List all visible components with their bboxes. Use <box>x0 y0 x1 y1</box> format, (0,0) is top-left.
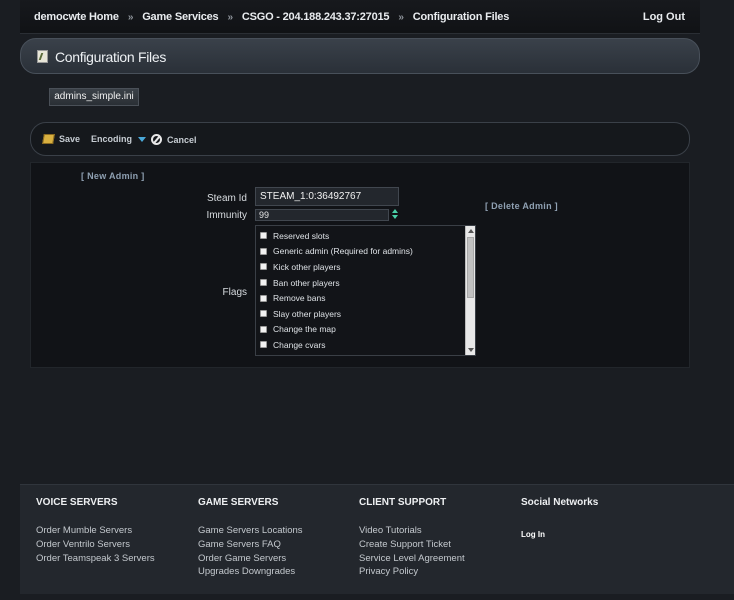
list-item[interactable] <box>260 353 460 355</box>
breadcrumb-game-services[interactable]: Game Services <box>142 11 218 23</box>
breadcrumb-separator: » <box>227 11 233 23</box>
list-item[interactable]: Remove bans <box>260 290 460 306</box>
page-title: Configuration Files <box>55 49 167 65</box>
save-icon <box>42 134 55 144</box>
list-item[interactable]: Change cvars <box>260 337 460 353</box>
checkbox[interactable] <box>260 232 267 240</box>
stepper-down-icon[interactable] <box>392 215 398 219</box>
footer-heading: GAME SERVERS <box>198 497 279 508</box>
admin-editor-panel: [ New Admin ] [ Delete Admin ] Steam Id … <box>30 162 690 368</box>
stepper-up-icon[interactable] <box>392 209 398 213</box>
checkbox[interactable] <box>260 294 267 302</box>
footer-game-servers: GAME SERVERS Game Servers Locations Game… <box>198 497 303 579</box>
encoding-label: Encoding <box>91 134 132 144</box>
footer-social-networks: Social Networks Log In <box>521 497 598 539</box>
list-item[interactable]: Ban other players <box>260 275 460 291</box>
list-item[interactable]: Change the map <box>260 322 460 338</box>
flag-label: Slay other players <box>273 308 342 319</box>
breadcrumb-home[interactable]: democwte Home <box>34 11 119 23</box>
encoding-dropdown[interactable]: Encoding <box>91 134 146 144</box>
flag-label: Reserved slots <box>273 230 330 241</box>
checkbox[interactable] <box>260 279 267 287</box>
new-admin-link[interactable]: [ New Admin ] <box>81 171 145 181</box>
logout-link[interactable]: Log Out <box>643 11 685 23</box>
breadcrumb: democwte Home » Game Services » CSGO - 2… <box>34 11 509 23</box>
save-button[interactable]: Save <box>42 134 81 144</box>
footer-link[interactable]: Video Tutorials <box>359 524 465 538</box>
checkbox[interactable] <box>260 263 267 271</box>
breadcrumb-separator: » <box>127 11 134 23</box>
footer-link[interactable]: Game Servers Locations <box>198 524 303 538</box>
flag-label: Remove bans <box>273 293 326 304</box>
save-label: Save <box>59 134 81 144</box>
page-header: Configuration Files <box>20 38 700 74</box>
checkbox[interactable] <box>260 310 267 318</box>
scroll-up-icon[interactable] <box>468 229 474 233</box>
flag-label: Generic admin (Required for admins) <box>273 246 413 257</box>
editor-toolbar: Save Encoding Cancel <box>30 122 690 156</box>
flags-label: Flags <box>222 287 247 298</box>
breadcrumb-server[interactable]: CSGO - 204.188.243.37:27015 <box>242 11 390 23</box>
cancel-label: Cancel <box>167 134 197 145</box>
cancel-button[interactable]: Cancel <box>151 134 197 145</box>
breadcrumb-separator: » <box>398 11 404 23</box>
footer-voice-servers: VOICE SERVERS Order Mumble Servers Order… <box>36 497 155 565</box>
list-item[interactable]: Reserved slots <box>260 228 460 244</box>
flag-label: Kick other players <box>273 261 341 272</box>
footer-bottom-strip <box>20 594 734 600</box>
chevron-down-icon <box>138 136 146 142</box>
list-item[interactable]: Kick other players <box>260 259 460 275</box>
immunity-label: Immunity <box>206 210 247 221</box>
footer-link[interactable]: Game Servers FAQ <box>198 538 303 552</box>
footer-client-support: CLIENT SUPPORT Video Tutorials Create Su… <box>359 497 465 579</box>
footer-heading: Social Networks <box>521 497 599 508</box>
footer-link[interactable]: Create Support Ticket <box>359 538 465 552</box>
scrollbar-thumb[interactable] <box>467 237 474 298</box>
breadcrumb-current: Configuration Files <box>412 11 510 23</box>
footer-link[interactable]: Order Mumble Servers <box>36 524 155 538</box>
immunity-input[interactable]: 99 <box>255 209 389 221</box>
site-footer: VOICE SERVERS Order Mumble Servers Order… <box>20 484 734 600</box>
checkbox[interactable] <box>260 325 267 333</box>
footer-link[interactable]: Order Game Servers <box>198 552 303 566</box>
flag-label: Change the map <box>273 324 336 335</box>
checkbox[interactable] <box>260 247 267 255</box>
flags-scrollbar[interactable] <box>465 226 475 355</box>
footer-link[interactable]: Order Teamspeak 3 Servers <box>36 552 155 566</box>
delete-admin-link[interactable]: [ Delete Admin ] <box>485 201 558 211</box>
list-item[interactable]: Generic admin (Required for admins) <box>260 244 460 260</box>
scroll-down-icon[interactable] <box>468 348 474 352</box>
steam-id-input[interactable]: STEAM_1:0:36492767 <box>255 187 399 206</box>
footer-login-link[interactable]: Log In <box>521 530 598 539</box>
flag-label: Ban other players <box>273 277 340 288</box>
flags-listbox[interactable]: Reserved slots Generic admin (Required f… <box>255 225 476 356</box>
file-tab-admins-simple[interactable]: admins_simple.ini <box>49 88 139 106</box>
flags-list: Reserved slots Generic admin (Required f… <box>260 228 460 355</box>
flag-label: Change cvars <box>273 339 326 350</box>
document-edit-icon <box>37 50 48 63</box>
footer-link[interactable]: Service Level Agreement <box>359 552 465 566</box>
cancel-icon <box>151 134 162 145</box>
immunity-stepper[interactable] <box>392 209 399 221</box>
footer-heading: VOICE SERVERS <box>36 497 118 508</box>
checkbox[interactable] <box>260 341 267 349</box>
list-item[interactable]: Slay other players <box>260 306 460 322</box>
footer-link[interactable]: Privacy Policy <box>359 565 465 579</box>
footer-link[interactable]: Upgrades Downgrades <box>198 565 303 579</box>
footer-heading: CLIENT SUPPORT <box>359 497 447 508</box>
top-navigation-bar: democwte Home » Game Services » CSGO - 2… <box>20 0 700 34</box>
footer-link[interactable]: Order Ventrilo Servers <box>36 538 155 552</box>
steam-id-label: Steam Id <box>206 193 247 204</box>
